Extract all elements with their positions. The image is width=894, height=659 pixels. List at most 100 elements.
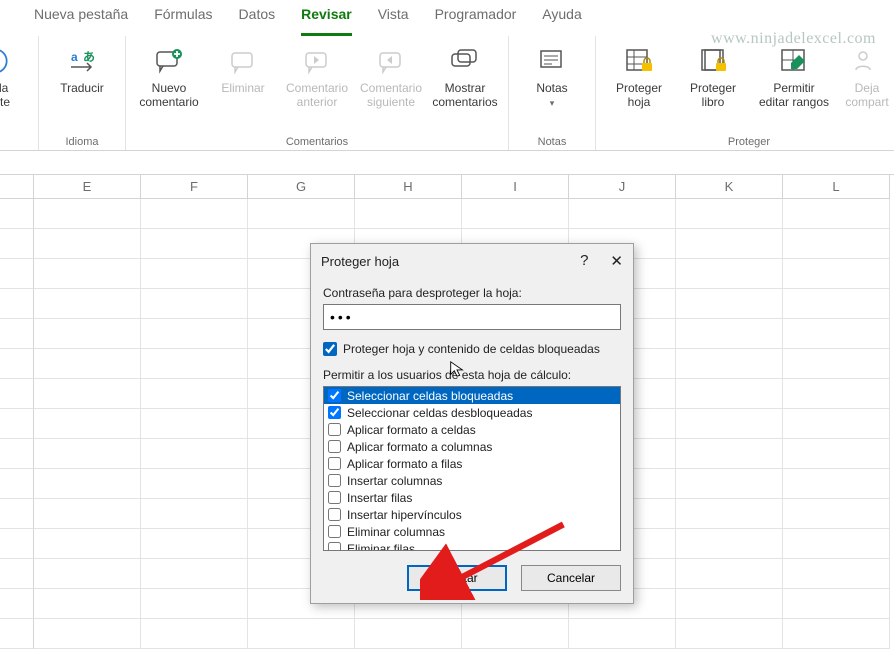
cell[interactable] — [141, 349, 248, 379]
cell[interactable] — [141, 199, 248, 229]
password-input[interactable] — [323, 304, 621, 330]
cell[interactable] — [34, 199, 141, 229]
col-header-l[interactable]: L — [783, 175, 890, 199]
btn-traducir[interactable]: aあ Traducir — [49, 40, 115, 96]
cell[interactable] — [676, 409, 783, 439]
permission-option[interactable]: Seleccionar celdas desbloqueadas — [324, 404, 620, 421]
cell[interactable] — [34, 229, 141, 259]
cell[interactable] — [141, 289, 248, 319]
col-header-j[interactable]: J — [569, 175, 676, 199]
cell[interactable] — [34, 559, 141, 589]
col-header-e[interactable]: E — [34, 175, 141, 199]
cell[interactable] — [355, 619, 462, 649]
permission-option[interactable]: Eliminar filas — [324, 540, 620, 551]
cell[interactable] — [676, 559, 783, 589]
tab-programador[interactable]: Programador — [435, 6, 517, 36]
col-header-f[interactable]: F — [141, 175, 248, 199]
permission-option[interactable]: Insertar columnas — [324, 472, 620, 489]
permission-option[interactable]: Insertar filas — [324, 489, 620, 506]
btn-notas[interactable]: Notas ▾ — [519, 40, 585, 108]
cell[interactable] — [34, 619, 141, 649]
cell[interactable] — [141, 319, 248, 349]
select-all-corner[interactable] — [0, 175, 34, 199]
col-header-i[interactable]: I — [462, 175, 569, 199]
cell[interactable] — [248, 199, 355, 229]
cell[interactable] — [676, 289, 783, 319]
cell[interactable] — [676, 349, 783, 379]
cell[interactable] — [783, 559, 890, 589]
tab-formulas[interactable]: Fórmulas — [154, 6, 212, 36]
cell[interactable] — [141, 589, 248, 619]
col-header-k[interactable]: K — [676, 175, 783, 199]
btn-busqueda-inteligente[interactable]: i ueda gente — [0, 40, 28, 110]
col-header-h[interactable]: H — [355, 175, 462, 199]
tab-ayuda[interactable]: Ayuda — [542, 6, 581, 36]
cell[interactable] — [783, 229, 890, 259]
cell[interactable] — [141, 619, 248, 649]
cell[interactable] — [34, 439, 141, 469]
cell[interactable] — [141, 439, 248, 469]
cell[interactable] — [783, 289, 890, 319]
permissions-listbox[interactable]: Seleccionar celdas bloqueadasSeleccionar… — [323, 386, 621, 551]
permission-checkbox[interactable] — [328, 423, 341, 436]
cell[interactable] — [783, 409, 890, 439]
cell[interactable] — [141, 469, 248, 499]
btn-proteger-libro[interactable]: Proteger libro — [680, 40, 746, 110]
cell[interactable] — [783, 379, 890, 409]
cell[interactable] — [34, 589, 141, 619]
cell[interactable] — [783, 259, 890, 289]
permission-checkbox[interactable] — [328, 491, 341, 504]
cell[interactable] — [783, 499, 890, 529]
permission-option[interactable]: Aplicar formato a columnas — [324, 438, 620, 455]
cell[interactable] — [34, 349, 141, 379]
cell[interactable] — [34, 529, 141, 559]
cell[interactable] — [783, 529, 890, 559]
cell[interactable] — [676, 439, 783, 469]
cell[interactable] — [141, 529, 248, 559]
cell[interactable] — [248, 619, 355, 649]
cancel-button[interactable]: Cancelar — [521, 565, 621, 591]
cell[interactable] — [141, 409, 248, 439]
permission-checkbox[interactable] — [328, 542, 341, 551]
cell[interactable] — [141, 559, 248, 589]
accept-button[interactable]: Aceptar — [407, 565, 507, 591]
permission-option[interactable]: Insertar hipervínculos — [324, 506, 620, 523]
cell[interactable] — [34, 379, 141, 409]
cell[interactable] — [141, 259, 248, 289]
tab-vista[interactable]: Vista — [378, 6, 409, 36]
tab-datos[interactable]: Datos — [239, 6, 276, 36]
cell[interactable] — [141, 379, 248, 409]
cell[interactable] — [34, 409, 141, 439]
cell[interactable] — [462, 619, 569, 649]
col-header-g[interactable]: G — [248, 175, 355, 199]
permission-checkbox[interactable] — [328, 440, 341, 453]
cell[interactable] — [783, 439, 890, 469]
cell[interactable] — [676, 379, 783, 409]
permission-option[interactable]: Seleccionar celdas bloqueadas — [324, 387, 620, 404]
protect-content-checkbox-input[interactable] — [323, 342, 337, 356]
cell[interactable] — [569, 199, 676, 229]
cell[interactable] — [783, 349, 890, 379]
cell[interactable] — [676, 259, 783, 289]
protect-content-checkbox[interactable]: Proteger hoja y contenido de celdas bloq… — [323, 342, 621, 356]
permission-checkbox[interactable] — [328, 508, 341, 521]
cell[interactable] — [462, 199, 569, 229]
btn-permitir-editar-rangos[interactable]: Permitir editar rangos — [754, 40, 834, 110]
permission-option[interactable]: Eliminar columnas — [324, 523, 620, 540]
help-icon[interactable]: ? — [580, 252, 588, 270]
cell[interactable] — [141, 499, 248, 529]
permission-option[interactable]: Aplicar formato a celdas — [324, 421, 620, 438]
cell[interactable] — [676, 199, 783, 229]
cell[interactable] — [676, 469, 783, 499]
cell[interactable] — [676, 619, 783, 649]
permission-checkbox[interactable] — [328, 474, 341, 487]
cell[interactable] — [676, 499, 783, 529]
cell[interactable] — [783, 589, 890, 619]
permission-checkbox[interactable] — [328, 389, 341, 402]
cell[interactable] — [34, 289, 141, 319]
cell[interactable] — [34, 469, 141, 499]
cell[interactable] — [34, 259, 141, 289]
cell[interactable] — [355, 199, 462, 229]
cell[interactable] — [783, 319, 890, 349]
close-icon[interactable]: ✕ — [610, 252, 623, 270]
